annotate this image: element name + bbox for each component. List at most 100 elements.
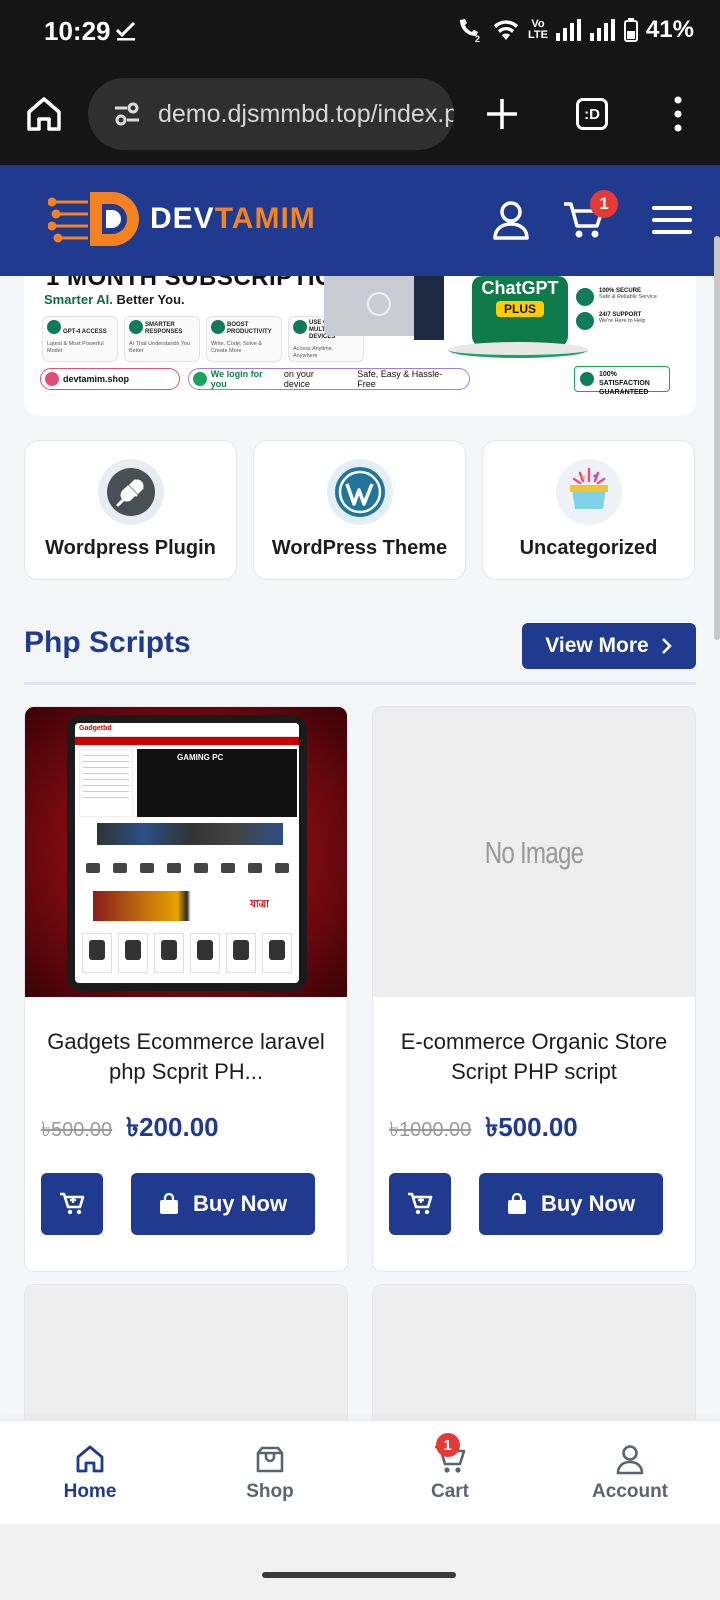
browser-home-icon[interactable] [24, 94, 64, 134]
product-title[interactable]: E-commerce Organic Store Script PHP scri… [391, 1027, 677, 1087]
signal-1-icon [555, 19, 581, 41]
sparkle-icon [129, 320, 143, 334]
banner-headline: 1 MONTH SUBSCRIPTION [46, 276, 353, 291]
chat-icon [47, 320, 61, 334]
user-icon[interactable] [492, 200, 530, 240]
page-scrollbar[interactable] [714, 236, 720, 640]
banner-guarantees: 100% SECURE Safe & Reliable Service 24/7 … [576, 284, 694, 336]
home-icon [76, 1445, 104, 1473]
login-note-pill: We login for you on your device Safe, Easy… [188, 368, 471, 390]
chevron-right-icon [661, 638, 672, 654]
product-title[interactable]: Gadgets Ecommerce laravel php Scprit PH.… [43, 1027, 329, 1087]
tab-switcher-button[interactable]: :D [576, 98, 608, 130]
volte-label: Vo LTE [527, 18, 548, 41]
banner-feature: BOOST PRODUCTIVITY Write, Code, Solve & C… [206, 316, 282, 362]
category-row: Wordpress Plugin WordPress Theme Uncateg… [24, 440, 696, 580]
shopping-bag-icon [159, 1193, 178, 1214]
category-label: Uncategorized [519, 537, 658, 559]
gesture-handle[interactable] [262, 1572, 456, 1578]
shopping-bag-icon [507, 1193, 526, 1214]
wifi-call-icon: 2 [459, 19, 480, 43]
browser-menu-icon[interactable] [668, 94, 688, 134]
new-tab-icon[interactable] [482, 94, 522, 134]
buy-now-button[interactable]: Buy Now [131, 1173, 315, 1235]
cart-icon [408, 1192, 433, 1215]
price-row: ৳1000.00 ৳500.00 [389, 1107, 695, 1151]
battery-percent: 41% [645, 16, 694, 43]
plug-icon [97, 459, 164, 525]
cart-count-badge: 1 [435, 1433, 460, 1457]
product-image-placeholder[interactable]: No Image [373, 707, 695, 997]
banner-links: devtamim.shop We login for you on your de… [40, 368, 471, 390]
site-link-pill: devtamim.shop [40, 368, 181, 390]
product-image[interactable]: Gadgetbd GAMING PC যাত্রা [25, 707, 347, 997]
shield-icon [576, 288, 594, 306]
header-cart-badge: 1 [590, 190, 618, 218]
nav-label: Shop [246, 1481, 294, 1502]
category-wordpress-theme[interactable]: WordPress Theme [253, 440, 466, 580]
old-price: ৳1000.00 [389, 1119, 472, 1141]
site-header: DEVTAMIM [0, 166, 720, 276]
nav-home[interactable]: Home [0, 1421, 180, 1524]
status-bar: 10:29 2 Vo LTE 41% [0, 0, 720, 64]
address-bar[interactable]: demo.djsmmbd.top/index.pl [88, 78, 454, 150]
old-price: ৳500.00 [41, 1119, 113, 1141]
category-wordpress-plugin[interactable]: Wordpress Plugin [24, 440, 237, 580]
category-label: WordPress Theme [271, 537, 448, 559]
product-card[interactable]: No Image E-commerce Organic Store Script… [372, 706, 696, 1272]
devices-icon [293, 320, 307, 334]
nav-account[interactable]: Account [540, 1421, 720, 1524]
nav-label: Account [592, 1481, 668, 1502]
brand-name[interactable]: DEVTAMIM [150, 202, 316, 236]
browser-toolbar: demo.djsmmbd.top/index.pl :D [0, 64, 720, 166]
svg-text:2: 2 [475, 34, 480, 43]
shield-check-icon [193, 372, 207, 386]
sale-price: ৳200.00 [126, 1112, 219, 1142]
view-more-button[interactable]: View More [522, 623, 696, 669]
globe-icon [45, 372, 59, 386]
section-divider [24, 682, 696, 685]
status-time: 10:29 [44, 16, 111, 46]
headset-icon [576, 312, 594, 330]
site-settings-icon[interactable] [112, 99, 142, 129]
product-card[interactable]: Gadgetbd GAMING PC যাত্রা Gadgets Ecomme… [24, 706, 348, 1272]
section-title: Php Scripts [24, 626, 191, 659]
product-actions: Buy Now [41, 1173, 347, 1235]
chatgpt-plus-box: ChatGPT PLUS [472, 276, 568, 348]
category-uncategorized[interactable]: Uncategorized [482, 440, 695, 580]
check-icon [115, 21, 136, 41]
devtamim-logo-icon[interactable] [48, 188, 144, 250]
add-to-cart-button[interactable] [389, 1173, 451, 1235]
buy-now-button[interactable]: Buy Now [479, 1173, 663, 1235]
url-text[interactable]: demo.djsmmbd.top/index.pl [158, 100, 454, 129]
nav-cart[interactable]: 1 Cart [360, 1421, 540, 1524]
tablet-mockup: Gadgetbd GAMING PC যাত্রা [67, 715, 307, 991]
nav-label: Home [63, 1481, 117, 1502]
hamburger-menu-icon[interactable] [652, 204, 692, 236]
mock-site-brand: Gadgetbd [75, 723, 299, 737]
promo-banner[interactable]: 1 MONTH SUBSCRIPTION Smarter AI. Better … [24, 276, 696, 416]
bottom-navigation: Home Shop 1 Cart Account [0, 1420, 720, 1524]
check-badge-icon [580, 372, 594, 386]
satisfaction-badge: 100% SATISFACTION GUARANTEED [574, 366, 670, 396]
pedestal [448, 342, 588, 358]
battery-icon [623, 18, 638, 42]
account-icon [616, 1445, 644, 1475]
shop-icon [256, 1446, 284, 1473]
price-row: ৳500.00 ৳200.00 [41, 1107, 347, 1151]
banner-feature: GPT-4 ACCESS Latest & Most Powerful Model [42, 316, 118, 362]
sale-price: ৳500.00 [485, 1112, 578, 1142]
banner-feature: SMARTER RESPONSES AI That Understands You… [124, 316, 200, 362]
laptop-illustration [324, 276, 444, 340]
signal-2-icon [589, 19, 615, 41]
wifi-icon [493, 20, 518, 40]
cart-icon [60, 1192, 85, 1215]
nav-label: Cart [430, 1481, 469, 1502]
no-image-label: No Image [484, 835, 584, 870]
wordpress-icon [326, 459, 393, 525]
add-to-cart-button[interactable] [41, 1173, 103, 1235]
mock-hero-text: GAMING PC [137, 749, 297, 817]
nav-shop[interactable]: Shop [180, 1421, 360, 1524]
category-label: Wordpress Plugin [45, 537, 216, 559]
document-icon [211, 320, 225, 334]
